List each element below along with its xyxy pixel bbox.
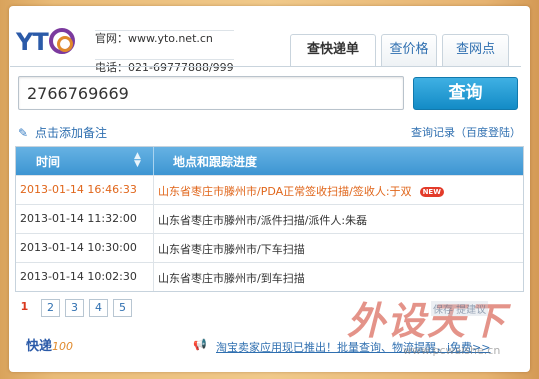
logo-text: YT bbox=[16, 28, 49, 56]
tracking-number-input[interactable] bbox=[18, 76, 404, 110]
table-row: 2013-01-14 10:02:30 山东省枣庄市滕州市/到车扫描 bbox=[16, 262, 523, 291]
header-location: 地点和跟踪进度 bbox=[173, 155, 258, 169]
row-divider bbox=[153, 234, 154, 262]
row-divider bbox=[153, 176, 154, 204]
add-note-link[interactable]: ✎ 点击添加备注 bbox=[18, 124, 107, 141]
row-divider bbox=[153, 263, 154, 291]
page-2[interactable]: 2 bbox=[41, 299, 60, 317]
tab-query-outlet[interactable]: 查网点 bbox=[442, 34, 509, 66]
row-time: 2013-01-14 11:32:00 bbox=[20, 212, 137, 225]
search-button[interactable]: 查询 bbox=[413, 77, 518, 110]
row-divider bbox=[153, 205, 154, 233]
table-row: 2013-01-14 16:46:33 山东省枣庄市滕州市/PDA正常签收扫描/… bbox=[16, 175, 523, 204]
page-1[interactable]: 1 bbox=[15, 299, 34, 317]
page-4[interactable]: 4 bbox=[89, 299, 108, 317]
row-desc: 山东省枣庄市滕州市/PDA正常签收扫描/签收人:于双 NEW bbox=[158, 183, 444, 199]
yto-logo: YT bbox=[16, 28, 80, 58]
kuaidi100-logo-sub: 100 bbox=[52, 340, 74, 353]
site-url: 官网：www.yto.net.cn bbox=[95, 30, 234, 59]
header-divider bbox=[153, 147, 154, 175]
page-5[interactable]: 5 bbox=[113, 299, 132, 317]
tab-query-tracking[interactable]: 查快递单 bbox=[290, 34, 376, 67]
table-header: 时间 ▲ ▼ 地点和跟踪进度 bbox=[16, 147, 523, 175]
history-link[interactable]: 查询记录（百度登陆） bbox=[411, 124, 521, 140]
row-desc: 山东省枣庄市滕州市/到车扫描 bbox=[158, 272, 305, 285]
row-desc-text: 山东省枣庄市滕州市/PDA正常签收扫描/签收人:于双 bbox=[158, 185, 412, 198]
row-time: 2013-01-14 16:46:33 bbox=[20, 183, 137, 196]
new-badge: NEW bbox=[419, 187, 444, 197]
row-time: 2013-01-14 10:02:30 bbox=[20, 270, 137, 283]
kuaidi100-logo-text: 快递 bbox=[26, 339, 53, 354]
megaphone-icon: 📢 bbox=[193, 338, 207, 351]
table-row: 2013-01-14 10:30:00 山东省枣庄市滕州市/下车扫描 bbox=[16, 233, 523, 262]
kuaidi100-logo[interactable]: 快递100 bbox=[26, 335, 73, 354]
row-time: 2013-01-14 10:30:00 bbox=[20, 241, 137, 254]
page-3[interactable]: 3 bbox=[65, 299, 84, 317]
table-row: 2013-01-14 11:32:00 山东省枣庄市滕州市/派件扫描/派件人:朱… bbox=[16, 204, 523, 233]
pencil-icon: ✎ bbox=[18, 126, 29, 140]
tabs-divider bbox=[10, 66, 521, 67]
row-desc: 山东省枣庄市滕州市/派件扫描/派件人:朱磊 bbox=[158, 214, 368, 227]
sort-arrows-icon[interactable]: ▲ ▼ bbox=[134, 152, 141, 169]
tracking-table: 时间 ▲ ▼ 地点和跟踪进度 2013-01-14 16:46:33 山东省枣庄市… bbox=[15, 146, 524, 292]
logo-swirl-icon bbox=[48, 28, 75, 54]
header-time: 时间 bbox=[36, 155, 61, 169]
row-desc: 山东省枣庄市滕州市/下车扫描 bbox=[158, 243, 305, 256]
promo-link[interactable]: 淘宝卖家应用现已推出！批量查询、物流提醒，i免费>> bbox=[216, 339, 491, 355]
add-note-label: 点击添加备注 bbox=[35, 126, 108, 140]
tab-query-price[interactable]: 查价格 bbox=[381, 34, 437, 66]
